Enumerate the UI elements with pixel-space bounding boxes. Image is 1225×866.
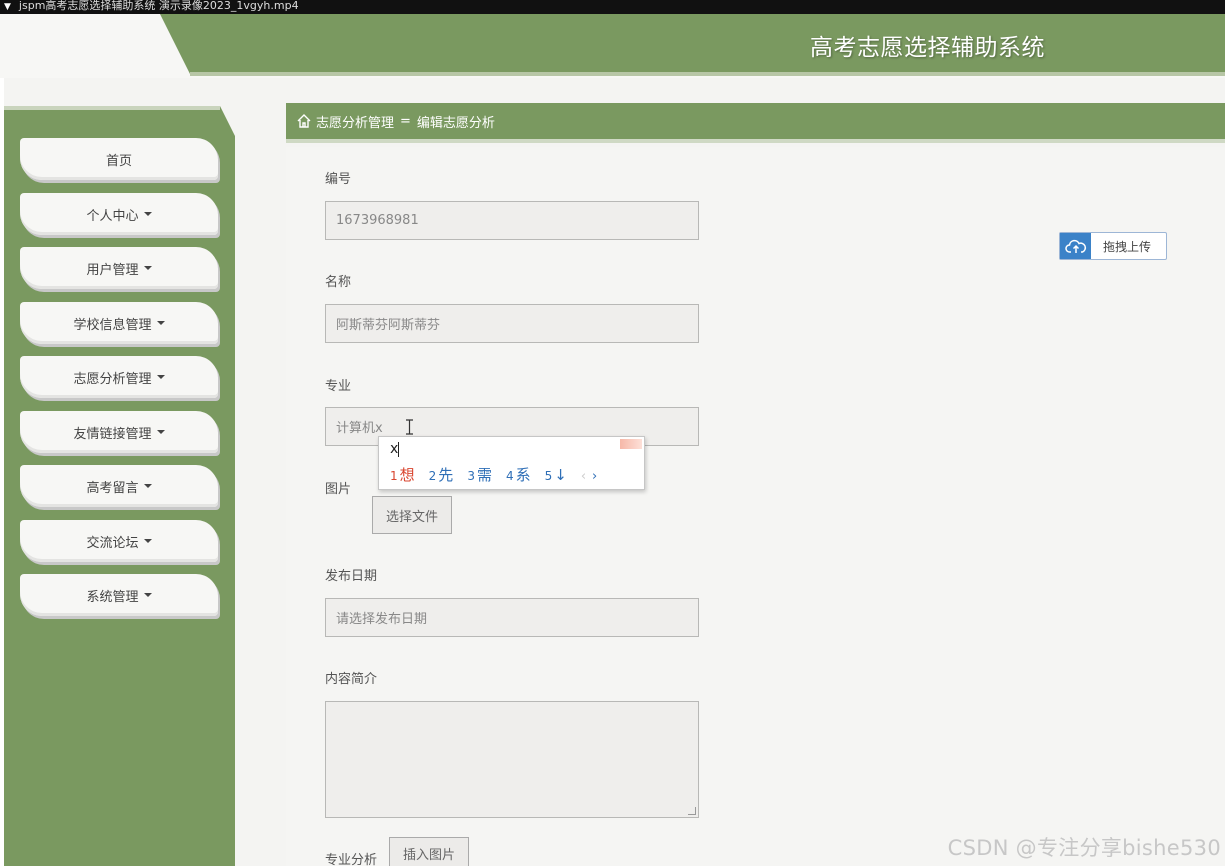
sidebar-item-1[interactable]: 个人中心: [20, 193, 218, 235]
app-header: 高考志愿选择辅助系统: [0, 14, 1225, 78]
image-label: 图片: [325, 482, 352, 497]
left-edge: [0, 14, 4, 866]
caret-down-icon: [143, 593, 152, 597]
ime-candidate-text: 先: [438, 466, 454, 484]
sidebar-item-label: 个人中心: [86, 208, 139, 224]
caret-down-icon: [156, 321, 165, 325]
name-field[interactable]: 阿斯蒂芬阿斯蒂芬: [325, 304, 699, 343]
breadcrumb-current: 编辑志愿分析: [416, 115, 495, 131]
id-field[interactable]: 1673968981: [325, 201, 699, 240]
major-label: 专业: [325, 379, 352, 394]
ime-candidate-number: 5: [544, 469, 553, 483]
ime-candidate-4[interactable]: 4系: [506, 464, 531, 485]
sidebar-item-2[interactable]: 用户管理: [20, 247, 218, 289]
date-label: 发布日期: [325, 569, 378, 584]
system-title: 高考志愿选择辅助系统: [810, 35, 1045, 61]
ime-next-icon[interactable]: ›: [592, 469, 597, 484]
caret-down-icon: [143, 266, 152, 270]
intro-label: 内容简介: [325, 672, 378, 687]
header-band: [160, 14, 1225, 74]
drag-upload-button[interactable]: 拖拽上传: [1059, 232, 1167, 260]
date-field[interactable]: 请选择发布日期: [325, 598, 699, 637]
caret-down-icon: [143, 212, 152, 216]
header-underline: [190, 72, 1225, 76]
sidebar-top-edge: [4, 106, 220, 110]
sidebar-item-label: 学校信息管理: [73, 317, 152, 333]
video-title-bar: ▼ jspm高考志愿选择辅助系统 演示录像2023_1vgyh.mp4: [0, 0, 1225, 14]
ime-candidate-text: 系: [515, 466, 531, 484]
ime-caret: [398, 441, 400, 457]
ime-logo-icon: [620, 439, 642, 449]
ime-candidate-text: ↓: [554, 466, 567, 484]
choose-file-button[interactable]: 选择文件: [372, 496, 452, 534]
sidebar-item-6[interactable]: 高考留言: [20, 465, 218, 507]
ime-candidate-number: 4: [505, 469, 514, 483]
cloud-upload-icon: [1060, 233, 1091, 259]
caret-down-icon: [143, 539, 152, 543]
ime-page-arrows[interactable]: ‹ ›: [581, 469, 597, 484]
caret-down-icon: [156, 430, 165, 434]
insert-image-button[interactable]: 插入图片: [389, 837, 469, 866]
ime-candidate-number: 3: [467, 469, 475, 483]
ime-candidate-number: 2: [428, 469, 437, 483]
name-label: 名称: [325, 275, 352, 290]
upload-label: 拖拽上传: [1103, 239, 1152, 254]
caret-down-icon: [143, 484, 152, 488]
sidebar-item-8[interactable]: 系统管理: [20, 574, 218, 616]
analysis-label: 专业分析: [325, 853, 378, 866]
ime-candidate-popup: x 1 想 2 先 3 需 4 系 5 ↓ ‹ ›: [378, 436, 645, 490]
home-icon[interactable]: [296, 113, 312, 129]
ime-candidate-5[interactable]: 5 ↓: [545, 466, 567, 484]
intro-textarea[interactable]: [325, 701, 699, 818]
ime-candidate-text: 需: [476, 466, 492, 484]
sidebar-item-3[interactable]: 学校信息管理: [20, 302, 218, 344]
sidebar-item-label: 用户管理: [86, 262, 139, 278]
ime-candidate-row: 1 想 2 先 3 需 4 系 5 ↓ ‹ ›: [390, 464, 597, 485]
text-cursor-icon: [406, 419, 413, 435]
sidebar-item-7[interactable]: 交流论坛: [20, 520, 218, 562]
sidebar-item-label: 高考留言: [86, 480, 139, 496]
sidebar-item-5[interactable]: 友情链接管理: [20, 411, 218, 453]
dropdown-triangle-icon: ▼: [4, 2, 11, 12]
sidebar-item-label: 首页: [105, 153, 132, 169]
sidebar-item-label: 系统管理: [86, 589, 139, 605]
ime-composition: x: [390, 441, 400, 457]
resize-grip-icon[interactable]: [688, 807, 696, 815]
ime-candidate-number: 1: [390, 469, 398, 483]
ime-typed-text: x: [390, 441, 399, 457]
id-label: 编号: [325, 172, 352, 187]
sidebar-item-4[interactable]: 志愿分析管理: [20, 356, 218, 398]
sidebar-item-label: 友情链接管理: [73, 426, 152, 442]
caret-down-icon: [156, 375, 165, 379]
ime-prev-icon[interactable]: ‹: [581, 469, 586, 484]
video-title: jspm高考志愿选择辅助系统 演示录像2023_1vgyh.mp4: [18, 0, 299, 12]
sidebar-item-0[interactable]: 首页: [20, 138, 218, 180]
breadcrumb-separator: =: [400, 113, 411, 129]
sidebar-item-label: 交流论坛: [86, 535, 139, 551]
ime-candidate-2[interactable]: 2先: [429, 464, 454, 485]
ime-candidate-text: 想: [399, 466, 415, 484]
breadcrumb-section[interactable]: 志愿分析管理: [316, 112, 394, 131]
breadcrumb: 志愿分析管理 = 编辑志愿分析: [286, 103, 1225, 143]
sidebar-item-label: 志愿分析管理: [73, 371, 152, 387]
ime-candidate-1[interactable]: 1想: [390, 464, 415, 485]
ime-candidate-3[interactable]: 3需: [467, 464, 492, 485]
watermark: CSDN @专注分享bishe530: [947, 836, 1221, 860]
